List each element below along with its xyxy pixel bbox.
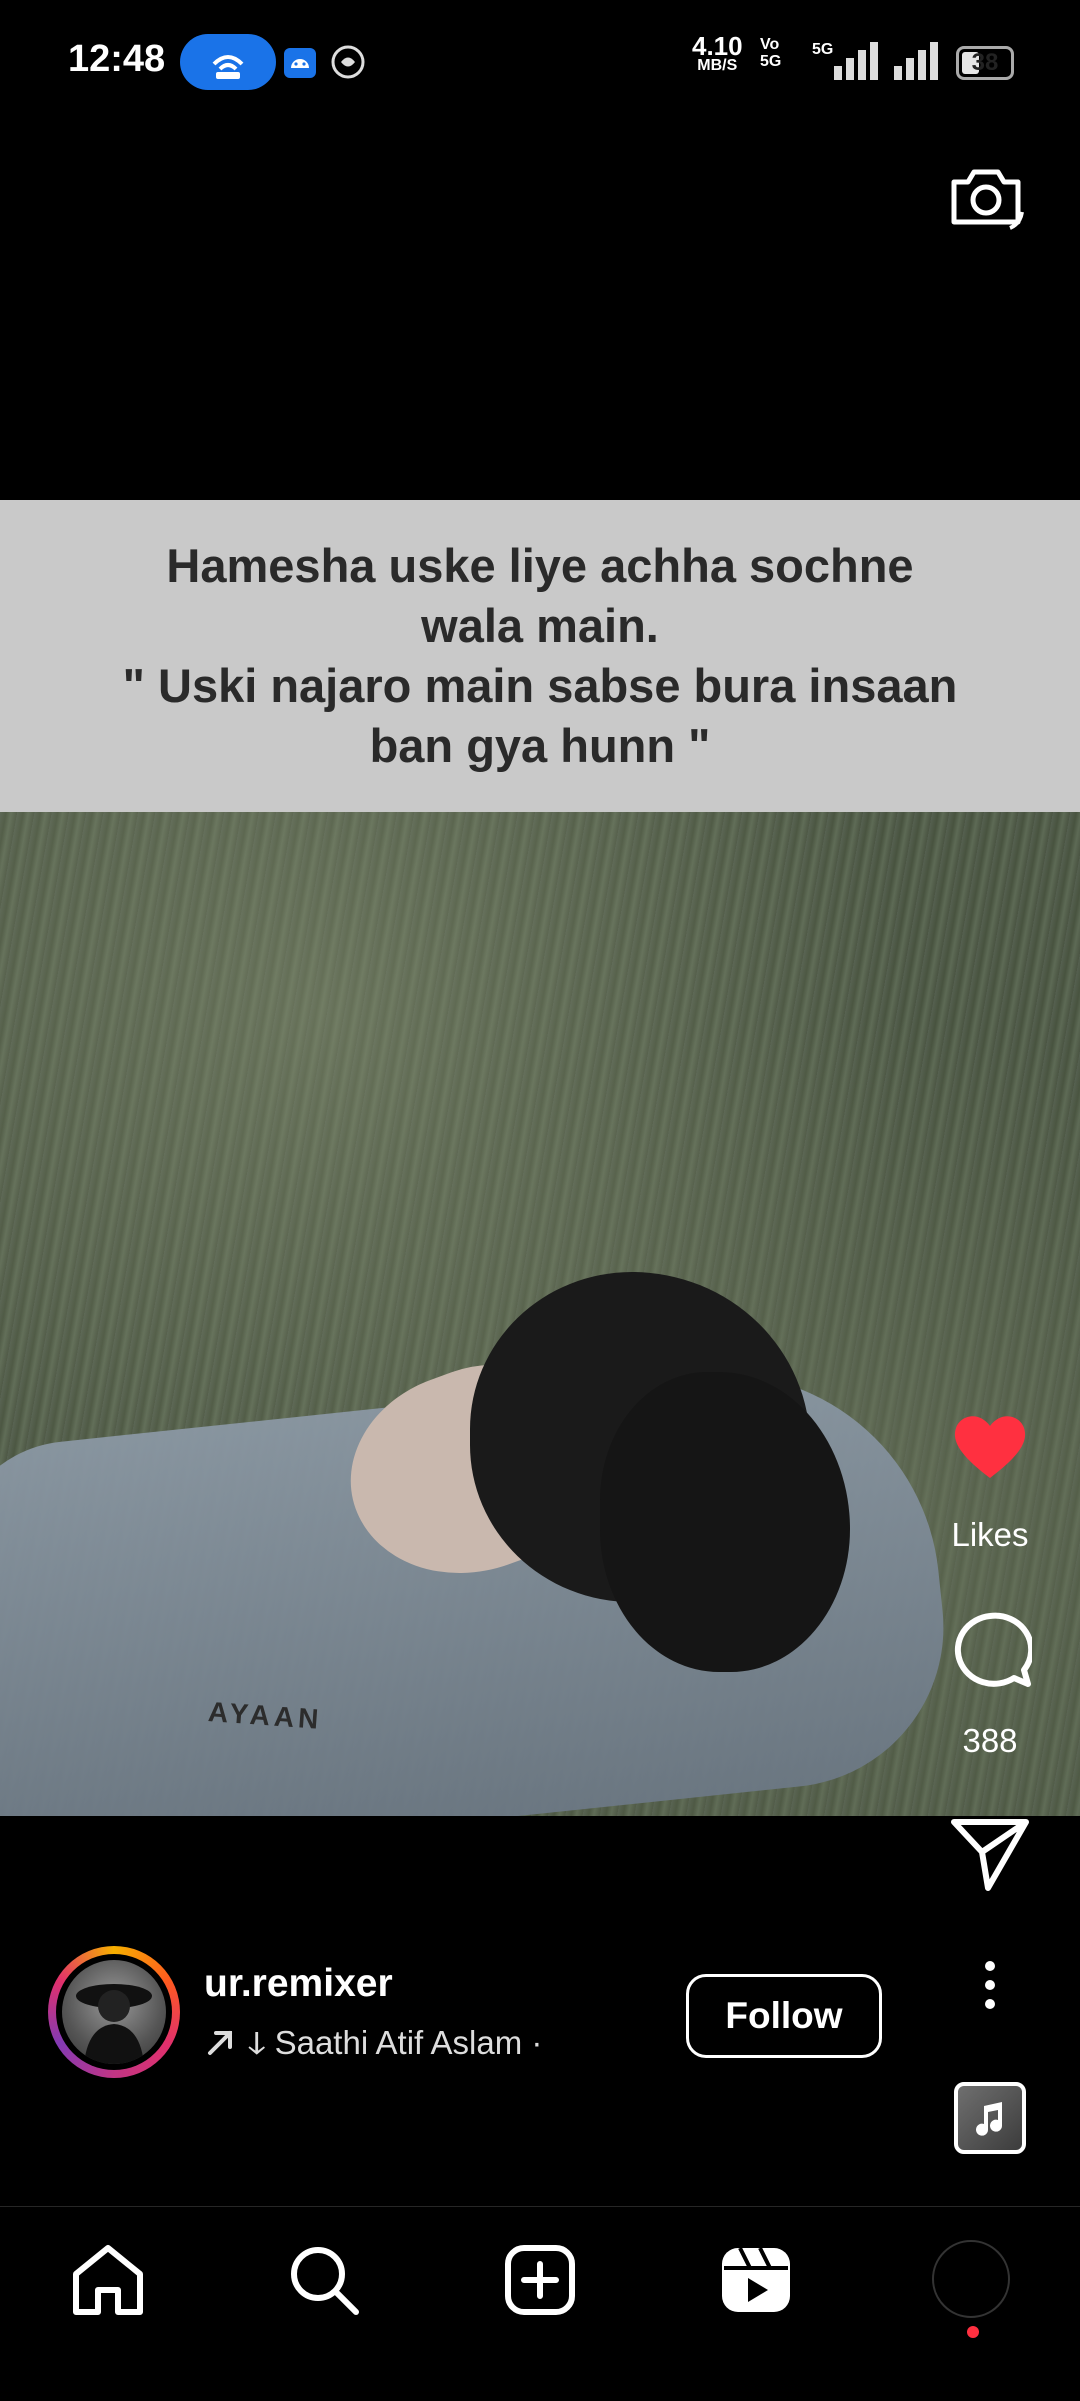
like-button-heart-icon[interactable]: [948, 1404, 1032, 1488]
author-username[interactable]: ur.remixer: [204, 1962, 393, 2006]
net-speed: 4.10 MB/S: [692, 31, 743, 76]
vpn-icon: [331, 45, 365, 79]
video-frame: AYAAN: [0, 812, 1080, 1816]
avatar-border: [56, 1954, 172, 2070]
net-speed-value: 4.10: [692, 31, 743, 61]
status-time: 12:48: [68, 38, 166, 80]
arrow-up-right-icon: [208, 2031, 232, 2055]
likes-label[interactable]: Likes: [930, 1516, 1050, 1554]
comment-icon[interactable]: [948, 1610, 1032, 1694]
search-icon[interactable]: [284, 2240, 364, 2320]
battery-icon: 38: [956, 46, 1014, 80]
hotspot-pill: [180, 34, 276, 90]
android-icon: [284, 48, 316, 78]
reel-video[interactable]: Hamesha uske liye achha sochne wala main…: [0, 500, 1080, 1816]
volte-top: Vo: [760, 36, 780, 53]
camera-icon[interactable]: [946, 160, 1026, 232]
volte-bottom: 5G: [760, 53, 782, 70]
hotspot-icon: [212, 55, 244, 79]
profile-tab-avatar[interactable]: [932, 2240, 1010, 2318]
caption-overlay-text: Hamesha uske liye achha sochne wala main…: [122, 539, 958, 772]
battery-level: 38: [971, 49, 999, 76]
signal-icon-2: [894, 42, 938, 80]
network-type: 5G: [812, 41, 834, 58]
music-info[interactable]: ↆ Saathi Atif Aslam ·: [204, 2024, 604, 2063]
home-icon[interactable]: [68, 2240, 148, 2320]
music-note-icon: [976, 2102, 1002, 2136]
comments-count[interactable]: 388: [930, 1722, 1050, 1760]
volte-indicator: Vo 5G: [760, 36, 781, 70]
follow-button[interactable]: Follow: [686, 1974, 882, 2058]
create-post-icon[interactable]: [500, 2240, 580, 2320]
share-send-icon[interactable]: [948, 1812, 1032, 1896]
more-options-icon[interactable]: [974, 1960, 1006, 2010]
avatar-image: [62, 1960, 166, 2064]
net-speed-unit: MB/S: [697, 57, 738, 74]
status-bar: 12:48 4.10 MB/S Vo 5G 5G 38: [0, 0, 1080, 130]
signal-icon-1: [834, 42, 878, 80]
notification-dot: [967, 2326, 979, 2338]
author-avatar[interactable]: [48, 1946, 180, 2078]
music-text: ↆ Saathi Atif Aslam ·: [248, 2024, 543, 2061]
reels-icon[interactable]: [716, 2240, 796, 2320]
caption-banner: Hamesha uske liye achha sochne wala main…: [0, 500, 1080, 812]
avatar-silhouette: [76, 1984, 152, 2064]
audio-thumbnail[interactable]: [954, 2082, 1026, 2154]
